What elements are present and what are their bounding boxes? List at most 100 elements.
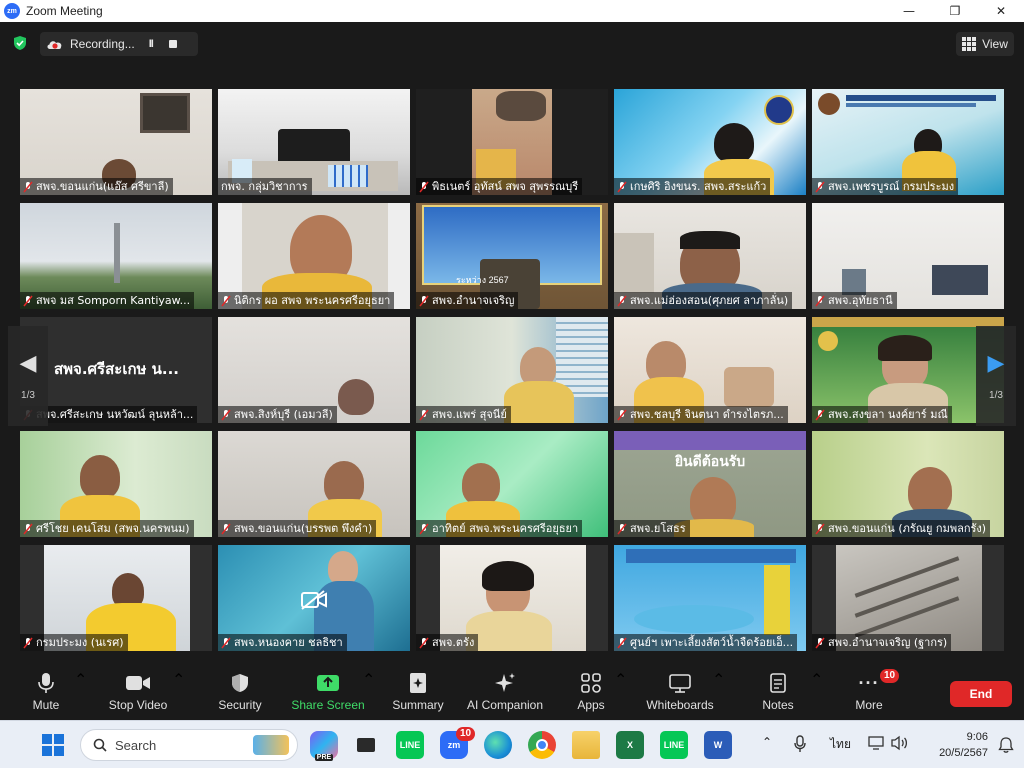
window-title: Zoom Meeting — [26, 4, 103, 18]
meeting-controls-toolbar: Mute ⌃ Stop Video ⌃ Security Share Scree… — [0, 664, 1024, 720]
show-hidden-icons-chevron[interactable]: ⌃ — [762, 735, 772, 749]
participant-name: สพจ.อำนาจเจริญ (ฐากร) — [828, 636, 948, 649]
participant-tile-active-speaker[interactable]: กพจ. กลุ่มวิชาการ — [218, 89, 410, 195]
participant-tile[interactable]: สพจ.แม่ฮ่องสอน(ศุภยศ ลาภาลั่น) — [614, 203, 806, 309]
participant-tile[interactable]: ยินดีต้อนรับ สพจ.ยโสธร — [614, 431, 806, 537]
participant-name: สพจ.ชลบุรี จินตนา ดำรงไตรภ... — [630, 408, 784, 421]
excel-app-icon[interactable]: X — [616, 731, 644, 759]
security-label: Security — [218, 698, 262, 712]
copilot-app-icon[interactable]: PRE — [310, 731, 338, 761]
mute-label: Mute — [32, 698, 60, 712]
whiteboards-button[interactable]: Whiteboards — [644, 670, 716, 716]
maximize-icon[interactable]: ❐ — [932, 0, 978, 22]
participant-tile[interactable]: พิธเนตร์ อุทัสน์ สพจ สุพรรณบุรี — [416, 89, 608, 195]
word-app-icon[interactable]: W — [704, 731, 732, 759]
participant-tile[interactable]: สพจ.ชลบุรี จินตนา ดำรงไตรภ... — [614, 317, 806, 423]
video-options-caret[interactable]: ⌃ — [172, 670, 185, 716]
encryption-shield-icon[interactable] — [12, 35, 28, 51]
task-view-icon[interactable] — [352, 731, 380, 759]
windows-start-icon[interactable] — [42, 734, 64, 756]
participant-name: สพจ.หนองคาย ชลธิชา — [234, 636, 343, 649]
muted-mic-icon — [815, 523, 825, 534]
notes-button[interactable]: Notes — [760, 670, 796, 716]
language-indicator[interactable]: ไทย — [830, 735, 851, 754]
whiteboards-options-caret[interactable]: ⌃ — [712, 670, 725, 716]
muted-mic-icon — [221, 295, 231, 306]
participant-name: กพจ. กลุ่มวิชาการ — [221, 180, 308, 193]
muted-mic-icon — [815, 409, 825, 420]
chrome-browser-icon[interactable] — [528, 731, 556, 759]
participant-tile[interactable]: สพจ.เพชรบูรณ์ กรมประมง — [812, 89, 1004, 195]
view-button[interactable]: View — [956, 32, 1014, 56]
muted-mic-icon — [419, 409, 429, 420]
stop-video-label: Stop Video — [108, 698, 168, 712]
participant-tile[interactable]: สพจ.อำนาจเจริญ (ฐากร) — [812, 545, 1004, 651]
share-options-caret[interactable]: ⌃ — [362, 670, 375, 716]
participant-tile[interactable]: สพจ.อุทัยธานี — [812, 203, 1004, 309]
search-icon — [93, 738, 107, 752]
stop-recording-button[interactable] — [168, 40, 177, 48]
apps-options-caret[interactable]: ⌃ — [614, 670, 627, 716]
taskbar-clock[interactable]: 9:06 20/5/2567 — [939, 729, 988, 761]
line-app-icon[interactable]: LINE — [396, 731, 424, 759]
tray-microphone-icon[interactable] — [794, 735, 806, 753]
participant-tile[interactable]: ศูนย์ฯ เพาะเลี้ยงสัตว์น้ำจืดร้อยเอ็... — [614, 545, 806, 651]
participant-tile[interactable]: เกษศิริ อิงขนร. สพจ.สระแก้ว — [614, 89, 806, 195]
participant-name: สพจ.เพชรบูรณ์ กรมประมง — [828, 180, 955, 193]
file-explorer-icon[interactable] — [572, 731, 600, 759]
microphone-icon — [38, 673, 54, 693]
participant-tile[interactable]: อาทิตย์ สพจ.พระนครศรีอยุธยา — [416, 431, 608, 537]
apps-button[interactable]: Apps — [574, 670, 608, 716]
minimize-icon[interactable]: — — [886, 0, 932, 22]
notification-bell-icon[interactable] — [998, 736, 1014, 754]
more-notification-badge: 10 — [880, 669, 900, 683]
video-camera-icon — [126, 676, 150, 690]
participant-tile[interactable]: ศรีโชย เคนโสม (สพจ.นครพนม) — [20, 431, 212, 537]
participant-tile[interactable]: สพจ.ขอนแก่น(แอ๊ส ศรีขาลี) — [20, 89, 212, 195]
participant-tile[interactable]: สพจ มส Somporn Kantiyaw... — [20, 203, 212, 309]
participant-tile[interactable]: สพจ.สิงห์บุรี (เอมวลี) — [218, 317, 410, 423]
whiteboard-icon — [669, 674, 691, 693]
participant-tile[interactable]: นิติกร ผอ สพจ พระนครศรีอยุธยา — [218, 203, 410, 309]
participant-tile[interactable]: สพจ.แพร่ สุจนีย์ — [416, 317, 608, 423]
ai-companion-button[interactable]: AI Companion — [466, 670, 544, 716]
participant-tile[interactable]: ระหว่าง 2567 สพจ.อำนาจเจริญ — [416, 203, 608, 309]
security-button[interactable]: Security — [218, 670, 262, 716]
muted-mic-icon — [419, 523, 429, 534]
participant-tile[interactable]: กรมประมง (นเรศ) — [20, 545, 212, 651]
copilot-tag: PRE — [314, 754, 334, 761]
participant-tile-video-off[interactable]: สพจ.หนองคาย ชลธิชา — [218, 545, 410, 651]
mute-button[interactable]: Mute — [28, 670, 64, 716]
network-icon[interactable] — [868, 736, 884, 750]
participant-tile-video-off[interactable]: สพจ.ศรีสะเกษ น... สพจ.ศรีสะเกษ นหวัฒน์ ล… — [20, 317, 212, 423]
pause-recording-button[interactable]: II — [149, 38, 154, 50]
video-off-icon — [301, 590, 327, 610]
close-icon[interactable]: ✕ — [978, 0, 1024, 22]
muted-mic-icon — [617, 637, 627, 648]
audio-options-caret[interactable]: ⌃ — [74, 670, 87, 716]
participant-tile[interactable]: สพจ.ขอนแก่น (ภรัณยู กมพลกรัง) — [812, 431, 1004, 537]
muted-mic-icon — [419, 181, 429, 192]
previous-page-button[interactable]: ◀ 1/3 — [8, 326, 48, 426]
muted-mic-icon — [221, 637, 231, 648]
next-page-button[interactable]: ▶ 1/3 — [976, 326, 1016, 426]
meeting-top-bar: Recording... II View — [0, 22, 1024, 64]
volume-icon[interactable] — [890, 735, 908, 751]
participant-name: สพจ.ขอนแก่น (ภรัณยู กมพลกรัง) — [828, 522, 987, 535]
participant-tile[interactable]: สพจ.ขอนแก่น(บรรพต พึงคำ) — [218, 431, 410, 537]
recording-indicator: Recording... II — [40, 32, 198, 56]
more-label: More — [855, 698, 883, 712]
video-gallery: สพจ.ขอนแก่น(แอ๊ส ศรีขาลี) กพจ. กลุ่มวิชา… — [20, 89, 1006, 653]
participant-name: สพจ.ยโสธร — [630, 522, 686, 535]
notes-options-caret[interactable]: ⌃ — [810, 670, 823, 716]
taskbar-search-box[interactable]: Search — [80, 729, 298, 761]
participant-tile[interactable]: สพจ.ตรัง — [416, 545, 608, 651]
ai-companion-label: AI Companion — [466, 698, 544, 712]
summary-button[interactable]: Summary — [392, 670, 444, 716]
end-meeting-button[interactable]: End — [950, 681, 1012, 707]
edge-browser-icon[interactable] — [484, 731, 512, 759]
stop-video-button[interactable]: Stop Video — [108, 670, 168, 716]
share-screen-button[interactable]: Share Screen — [291, 670, 365, 716]
line-app-icon-2[interactable]: LINE — [660, 731, 688, 759]
participant-name: สพจ.อุทัยธานี — [828, 294, 893, 307]
